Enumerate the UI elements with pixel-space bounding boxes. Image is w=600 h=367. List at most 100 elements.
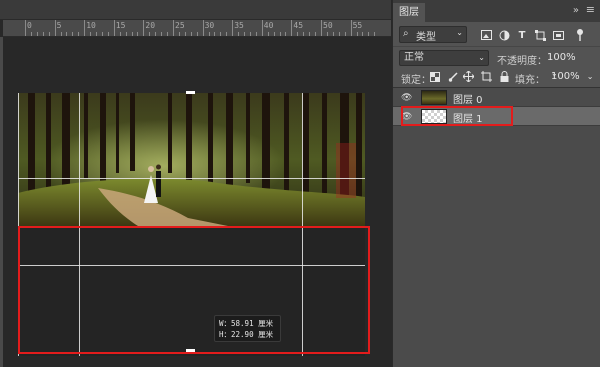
- ruler-minor-tick: [220, 32, 222, 36]
- size-tooltip: W：58.91 厘米 H：22.90 厘米: [214, 315, 281, 342]
- ruler-minor-tick: [238, 32, 240, 36]
- transform-handle-bottom[interactable]: [186, 349, 195, 352]
- ruler-label: 15: [115, 21, 126, 30]
- shape-filter-icon[interactable]: [533, 28, 547, 42]
- height-value: 22.90 厘米: [231, 330, 274, 339]
- smart-object-filter-icon[interactable]: [551, 28, 565, 42]
- panel-header: 图层 » ≡: [393, 0, 600, 22]
- ruler-minor-tick: [90, 32, 92, 36]
- eye-icon[interactable]: 👁: [401, 93, 412, 103]
- double-chevron-right-icon[interactable]: »: [573, 5, 579, 16]
- ruler-minor-tick: [107, 32, 109, 36]
- transform-handle-top[interactable]: [186, 91, 195, 94]
- filter-row: ⌕ 类型 ⌄ T: [393, 24, 600, 46]
- ruler-minor-tick: [119, 32, 121, 36]
- image-filter-icon[interactable]: [479, 28, 493, 42]
- photoshop-window: 0 5 10 15 20 25 30 35 40 45 50 55 W：58.9…: [0, 0, 600, 367]
- ruler-minor-tick: [356, 32, 358, 36]
- ruler-label: 25: [175, 21, 185, 30]
- text-filter-icon[interactable]: T: [515, 28, 529, 42]
- ruler-label: 10: [86, 21, 96, 30]
- ruler-minor-tick: [297, 32, 299, 36]
- width-label: W：: [219, 319, 232, 328]
- ruler-minor-tick: [96, 32, 98, 36]
- opacity-value: 100%: [547, 52, 576, 63]
- lock-artboard-icon[interactable]: [481, 71, 492, 82]
- horizontal-ruler[interactable]: 0 5 10 15 20 25 30 35 40 45 50 55: [3, 20, 391, 37]
- fill-input[interactable]: 100% ⌄: [551, 71, 593, 82]
- ruler-minor-tick: [131, 32, 133, 36]
- ruler-label: 20: [145, 21, 156, 30]
- ruler-minor-tick: [326, 32, 328, 36]
- ruler-minor-tick: [78, 32, 80, 36]
- ruler-minor-tick: [72, 32, 74, 36]
- chevron-down-icon: ⌄: [456, 28, 463, 37]
- chevron-down-icon: ⌄: [586, 72, 594, 81]
- chevron-down-icon: ⌄: [478, 53, 485, 62]
- fill-value: 100%: [551, 71, 580, 82]
- layer-name: 图层 0: [453, 95, 483, 106]
- ruler-minor-tick: [309, 32, 311, 36]
- ruler-major-tick: [54, 20, 56, 36]
- document-tab-strip: [0, 0, 391, 20]
- ruler-minor-tick: [167, 32, 169, 36]
- canvas-area[interactable]: 0 5 10 15 20 25 30 35 40 45 50 55 W：58.9…: [0, 0, 391, 367]
- panel-menu-icon[interactable]: ≡: [586, 3, 595, 16]
- lock-transparent-pixels-icon[interactable]: [429, 71, 440, 82]
- ruler-minor-tick: [125, 32, 127, 36]
- lock-position-icon[interactable]: [463, 71, 474, 82]
- lock-image-pixels-icon[interactable]: [447, 71, 458, 82]
- ruler-minor-tick: [149, 32, 151, 36]
- ruler-label: 30: [204, 21, 215, 30]
- ruler-minor-tick: [190, 32, 192, 36]
- wedding-forest-photo: [18, 93, 365, 226]
- ruler-minor-tick: [196, 32, 198, 36]
- layers-list: 👁 图层 0 👁 图层 1: [393, 87, 600, 367]
- ruler-minor-tick: [155, 32, 157, 36]
- layer-row-0[interactable]: 👁 图层 0: [393, 88, 600, 107]
- opacity-input[interactable]: 100% ⌄: [547, 50, 587, 78]
- ruler-minor-tick: [178, 32, 180, 36]
- ruler-major-tick: [350, 20, 352, 36]
- ruler-minor-tick: [48, 32, 50, 36]
- guide-horizontal-1[interactable]: [18, 178, 365, 179]
- blend-mode-select[interactable]: 正常 ⌄: [399, 50, 489, 66]
- ruler-label: 40: [263, 21, 274, 30]
- ruler-major-tick: [321, 20, 322, 36]
- ruler-minor-tick: [344, 32, 346, 36]
- layer-selection-highlight: [401, 106, 513, 126]
- ruler-label: 35: [234, 21, 244, 30]
- ruler-minor-tick: [315, 32, 317, 36]
- ruler-minor-tick: [285, 32, 287, 36]
- filter-kind-select[interactable]: ⌕ 类型 ⌄: [399, 26, 467, 43]
- ruler-minor-tick: [273, 32, 275, 36]
- vertical-ruler[interactable]: [0, 37, 3, 367]
- fill-label: 填充：: [515, 75, 545, 86]
- lock-all-icon[interactable]: [499, 71, 510, 82]
- tab-layers[interactable]: 图层: [393, 3, 425, 22]
- transform-selection-highlight: [18, 226, 370, 354]
- ruler-minor-tick: [267, 32, 269, 36]
- ruler-minor-tick: [244, 32, 246, 36]
- adjustment-filter-icon[interactable]: [497, 28, 511, 42]
- layers-panel: 图层 » ≡ ⌕ 类型 ⌄ T 正常 ⌄ 不透明度： 100% ⌄ 锁定： 填充…: [392, 0, 600, 367]
- ruler-minor-tick: [214, 32, 216, 36]
- lock-label: 锁定：: [401, 75, 431, 86]
- ruler-minor-tick: [332, 32, 334, 36]
- ruler-major-tick: [291, 20, 293, 36]
- ruler-minor-tick: [161, 32, 163, 36]
- filter-kind-label: 类型: [416, 32, 436, 43]
- ruler-minor-tick: [60, 32, 62, 36]
- ruler-minor-tick: [42, 32, 44, 36]
- ruler-label: 50: [323, 21, 333, 30]
- blend-mode-value: 正常: [404, 52, 424, 63]
- filter-toggle-icon[interactable]: [573, 28, 587, 42]
- search-icon: ⌕: [403, 28, 409, 39]
- height-label: H：: [219, 330, 232, 339]
- ruler-major-tick: [232, 20, 234, 36]
- ruler-minor-tick: [66, 32, 68, 36]
- ruler-minor-tick: [303, 32, 305, 36]
- ruler-minor-tick: [249, 32, 251, 36]
- ruler-label: 55: [352, 21, 363, 30]
- ruler-minor-tick: [36, 32, 38, 36]
